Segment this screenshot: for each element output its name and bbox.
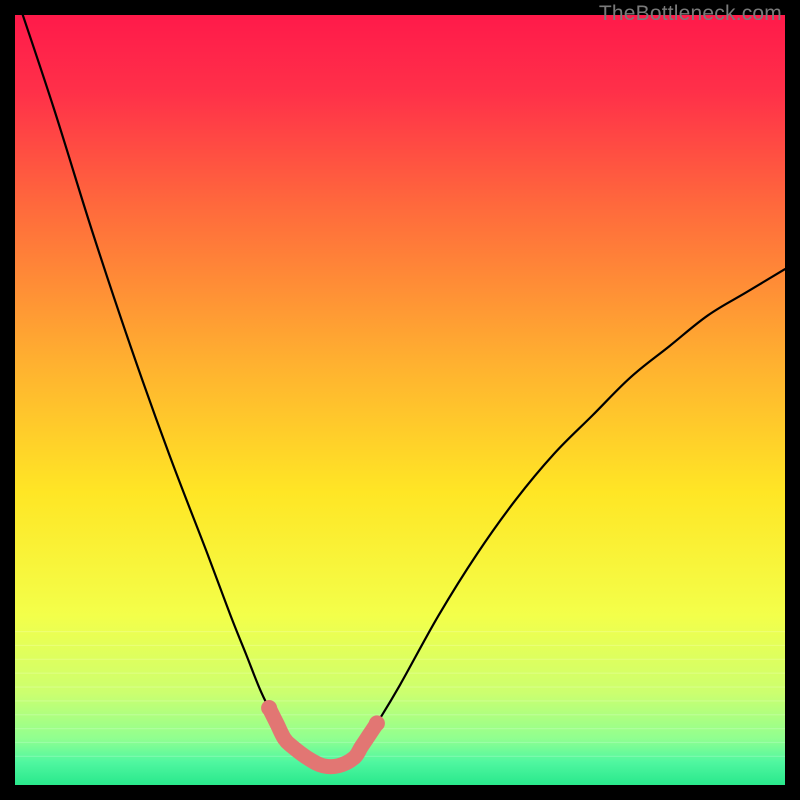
highlight-end-dot — [261, 700, 277, 716]
watermark-text: TheBottleneck.com — [599, 2, 782, 26]
highlight-end-dot — [369, 715, 385, 731]
chart-svg — [15, 15, 785, 785]
chart-frame: TheBottleneck.com — [0, 0, 800, 800]
chart-plot-area — [15, 15, 785, 785]
